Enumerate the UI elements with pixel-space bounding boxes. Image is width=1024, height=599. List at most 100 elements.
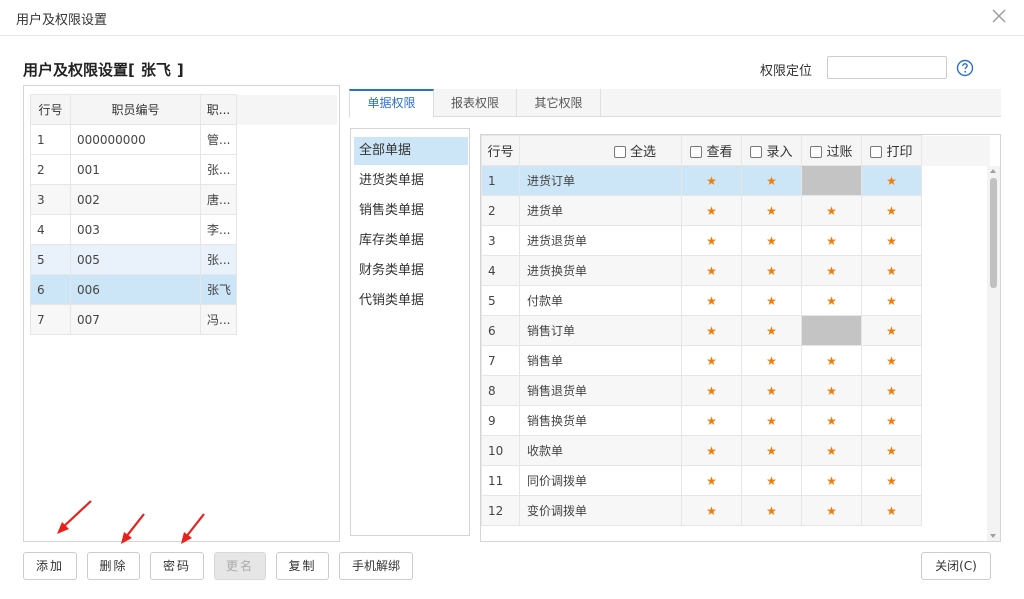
tab-other-permissions[interactable]: 其它权限 xyxy=(517,89,601,117)
perm-cell-view[interactable]: ★ xyxy=(681,405,742,436)
password-button[interactable]: 密码 xyxy=(150,552,204,580)
table-row[interactable]: 6 销售订单 ★ ★ ★ xyxy=(481,315,990,346)
perm-cell-print[interactable]: ★ xyxy=(861,255,922,286)
perm-cell-view[interactable]: ★ xyxy=(681,435,742,466)
view-all-checkbox[interactable] xyxy=(690,146,703,158)
perm-cell-view[interactable]: ★ xyxy=(681,255,742,286)
perm-cell-post[interactable]: ★ xyxy=(801,405,862,436)
table-row[interactable]: 2 001 张... xyxy=(30,154,337,185)
category-purchase-documents[interactable]: 进货类单据 xyxy=(354,167,468,195)
category-inventory-documents[interactable]: 库存类单据 xyxy=(354,227,468,255)
perm-cell-print[interactable]: ★ xyxy=(861,165,922,196)
perm-cell-view[interactable]: ★ xyxy=(681,345,742,376)
table-row[interactable]: 5 付款单 ★ ★ ★ ★ xyxy=(481,285,990,316)
table-row[interactable]: 12 变价调拨单 ★ ★ ★ ★ xyxy=(481,495,990,526)
permission-locate-input[interactable] xyxy=(827,56,947,79)
column-header-row-number[interactable]: 行号 xyxy=(30,94,71,125)
post-all-checkbox[interactable] xyxy=(810,146,823,158)
tab-document-permissions[interactable]: 单据权限 xyxy=(349,89,434,118)
perm-cell-view[interactable]: ★ xyxy=(681,285,742,316)
perm-cell-entry[interactable]: ★ xyxy=(741,405,802,436)
table-row[interactable]: 5 005 张... xyxy=(30,244,337,275)
perm-cell-entry[interactable]: ★ xyxy=(741,375,802,406)
close-button[interactable]: 关闭(C) xyxy=(921,552,991,580)
close-icon[interactable] xyxy=(990,7,1008,25)
perm-cell-post[interactable]: ★ xyxy=(801,435,862,466)
perm-cell-post[interactable]: ★ xyxy=(801,465,862,496)
perm-cell-view[interactable]: ★ xyxy=(681,315,742,346)
perm-cell-view[interactable]: ★ xyxy=(681,225,742,256)
category-sales-documents[interactable]: 销售类单据 xyxy=(354,197,468,225)
copy-button[interactable]: 复制 xyxy=(276,552,329,580)
perm-cell-view[interactable]: ★ xyxy=(681,495,742,526)
permission-grid-scrollbar[interactable] xyxy=(987,166,1000,541)
category-all-documents[interactable]: 全部单据 xyxy=(354,137,468,165)
print-all-checkbox[interactable] xyxy=(870,146,883,158)
unbind-phone-button[interactable]: 手机解绑 xyxy=(339,552,413,580)
perm-cell-print[interactable]: ★ xyxy=(861,195,922,226)
perm-cell-post[interactable]: ★ xyxy=(801,345,862,376)
column-header-employee-code[interactable]: 职员编号 xyxy=(70,94,201,125)
perm-cell-post[interactable]: ★ xyxy=(801,225,862,256)
perm-cell-print[interactable]: ★ xyxy=(861,495,922,526)
perm-cell-entry[interactable]: ★ xyxy=(741,315,802,346)
perm-cell-entry[interactable]: ★ xyxy=(741,495,802,526)
perm-cell-print[interactable]: ★ xyxy=(861,345,922,376)
perm-cell-entry[interactable]: ★ xyxy=(741,435,802,466)
column-header-print[interactable]: 打印 xyxy=(861,135,922,166)
perm-cell-entry[interactable]: ★ xyxy=(741,255,802,286)
perm-cell-print[interactable]: ★ xyxy=(861,225,922,256)
perm-cell-entry[interactable]: ★ xyxy=(741,465,802,496)
column-header-post[interactable]: 过账 xyxy=(801,135,862,166)
table-row[interactable]: 3 进货退货单 ★ ★ ★ ★ xyxy=(481,225,990,256)
category-consignment-documents[interactable]: 代销类单据 xyxy=(354,287,468,315)
table-row[interactable]: 9 销售换货单 ★ ★ ★ ★ xyxy=(481,405,990,436)
perm-cell-view[interactable]: ★ xyxy=(681,465,742,496)
perm-cell-view[interactable]: ★ xyxy=(681,375,742,406)
column-header-view[interactable]: 查看 xyxy=(681,135,742,166)
perm-cell-print[interactable]: ★ xyxy=(861,465,922,496)
tab-report-permissions[interactable]: 报表权限 xyxy=(434,89,517,117)
perm-cell-post[interactable]: ★ xyxy=(801,285,862,316)
table-row[interactable]: 8 销售退货单 ★ ★ ★ ★ xyxy=(481,375,990,406)
table-row[interactable]: 2 进货单 ★ ★ ★ ★ xyxy=(481,195,990,226)
perm-cell-post[interactable]: ★ xyxy=(801,495,862,526)
select-all-checkbox[interactable] xyxy=(614,146,626,158)
perm-cell-print[interactable]: ★ xyxy=(861,285,922,316)
perm-cell-view[interactable]: ★ xyxy=(681,165,742,196)
column-header-entry[interactable]: 录入 xyxy=(741,135,802,166)
perm-cell-entry[interactable]: ★ xyxy=(741,195,802,226)
table-row[interactable]: 4 进货换货单 ★ ★ ★ ★ xyxy=(481,255,990,286)
rename-button[interactable]: 更名 xyxy=(214,552,266,580)
help-icon[interactable] xyxy=(956,59,974,77)
column-header-employee-name[interactable]: 职... xyxy=(200,94,237,125)
perm-cell-entry[interactable]: ★ xyxy=(741,285,802,316)
table-row[interactable]: 11 同价调拨单 ★ ★ ★ ★ xyxy=(481,465,990,496)
column-header-select-all[interactable]: 全选 xyxy=(519,135,682,166)
entry-all-checkbox[interactable] xyxy=(750,146,763,158)
perm-cell-post[interactable]: ★ xyxy=(801,195,862,226)
perm-cell-view[interactable]: ★ xyxy=(681,195,742,226)
table-row[interactable]: 7 007 冯... xyxy=(30,304,337,335)
perm-cell-print[interactable]: ★ xyxy=(861,315,922,346)
add-button[interactable]: 添加 xyxy=(23,552,77,580)
perm-cell-entry[interactable]: ★ xyxy=(741,345,802,376)
table-row[interactable]: 4 003 李... xyxy=(30,214,337,245)
perm-cell-print[interactable]: ★ xyxy=(861,435,922,466)
perm-cell-post[interactable]: ★ xyxy=(801,375,862,406)
delete-button[interactable]: 删除 xyxy=(87,552,140,580)
perm-cell-post[interactable]: ★ xyxy=(801,255,862,286)
table-row[interactable]: 7 销售单 ★ ★ ★ ★ xyxy=(481,345,990,376)
table-row-selected[interactable]: 6 006 张飞 xyxy=(30,274,337,305)
perm-cell-print[interactable]: ★ xyxy=(861,375,922,406)
table-row[interactable]: 3 002 唐... xyxy=(30,184,337,215)
scroll-up-arrow-icon[interactable] xyxy=(990,169,996,173)
table-row[interactable]: 10 收款单 ★ ★ ★ ★ xyxy=(481,435,990,466)
table-row[interactable]: 1 000000000 管... xyxy=(30,124,337,155)
category-finance-documents[interactable]: 财务类单据 xyxy=(354,257,468,285)
perm-cell-print[interactable]: ★ xyxy=(861,405,922,436)
table-row-selected[interactable]: 1 进货订单 ★ ★ ★ xyxy=(481,165,990,196)
perm-cell-entry[interactable]: ★ xyxy=(741,165,802,196)
scrollbar-thumb[interactable] xyxy=(990,178,997,288)
perm-cell-entry[interactable]: ★ xyxy=(741,225,802,256)
